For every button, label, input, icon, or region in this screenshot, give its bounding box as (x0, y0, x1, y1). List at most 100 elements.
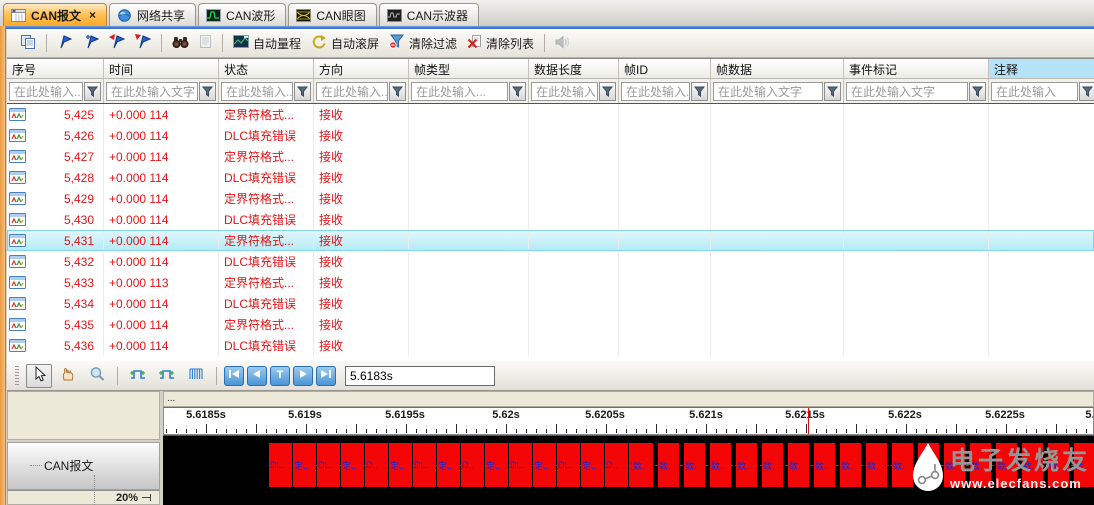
next-edge-button[interactable] (154, 364, 180, 388)
cell (529, 209, 619, 230)
ruler-tick (946, 429, 947, 433)
cell: 接收 (314, 293, 409, 314)
cell: 接收 (314, 335, 409, 356)
sound-button[interactable] (551, 32, 574, 55)
filter-input-帧类型[interactable]: 在此处输入... (411, 81, 508, 101)
tree-item-label: CAN报文 (44, 459, 94, 473)
ruler-tick (336, 429, 337, 433)
column-header-时间[interactable]: 时间 (104, 59, 219, 78)
table-row[interactable]: 5,425 +0.000 114 定界符格式... 接收 (7, 104, 1094, 125)
filter-input-状态[interactable]: 在此处输入... (221, 81, 293, 101)
filter-funnel-button[interactable] (294, 81, 311, 101)
filter-funnel-button[interactable] (691, 81, 708, 101)
zoom-tool-button[interactable] (84, 364, 110, 388)
timebase-input[interactable] (345, 365, 495, 386)
ruler-tick (646, 429, 647, 433)
table-row[interactable]: 5,432 +0.000 114 DLC填充错误 接收 (7, 251, 1094, 272)
filter-input-方向[interactable]: 在此处输入... (316, 81, 388, 101)
message-icon (9, 339, 26, 352)
table-row[interactable]: 5,428 +0.000 114 DLC填充错误 接收 (7, 167, 1094, 188)
prev-marker-button[interactable] (105, 32, 129, 55)
ruler-label: 5.6195s (385, 409, 425, 421)
elecfans-logo (908, 442, 948, 497)
table-row[interactable]: 5,430 +0.000 114 DLC填充错误 接收 (7, 209, 1094, 230)
pulse-icon (158, 366, 176, 385)
column-header-注释[interactable]: 注释 (989, 59, 1094, 78)
filter-input-事件标记[interactable]: 在此处输入文字 (846, 81, 968, 101)
waveform-icon (206, 8, 222, 22)
cell (619, 272, 711, 293)
table-row[interactable]: 5,431 +0.000 114 定界符格式... 接收 (7, 230, 1094, 251)
time-cursor[interactable] (808, 408, 809, 434)
go-prev-button[interactable] (247, 365, 267, 386)
table-row[interactable]: 5,427 +0.000 114 定界符格式... 接收 (7, 146, 1094, 167)
cell (844, 335, 989, 356)
timeline-ruler[interactable]: 5.6185s 5.619s 5.6195s 5.62s 5.6205s 5.621s 5.… (163, 407, 1094, 435)
table-row[interactable]: 5,435 +0.000 114 定界符格式... 接收 (7, 314, 1094, 335)
table-row[interactable]: 5,426 +0.000 114 DLC填充错误 接收 (7, 125, 1094, 146)
clear-list-button[interactable]: 清除列表 (463, 32, 538, 55)
flag-icon (57, 34, 73, 52)
go-last-button[interactable] (316, 365, 336, 386)
tab-label: CAN示波器 (406, 8, 469, 23)
copy-button[interactable] (16, 32, 40, 55)
tree-item-can-message[interactable]: CAN报文 (30, 457, 93, 474)
filter-input-帧数据[interactable]: 在此处输入文字 (713, 81, 823, 101)
filter-input-注释[interactable]: 在此处输入 (991, 81, 1078, 101)
column-header-序号[interactable]: 序号 (7, 59, 104, 78)
tab-CAN示波器[interactable]: CAN示波器 (378, 3, 480, 26)
column-header-事件标记[interactable]: 事件标记 (844, 59, 989, 78)
filter-input-帧ID[interactable]: 在此处输入... (621, 81, 690, 101)
auto-scroll-button[interactable]: 自动滚屏 (307, 32, 383, 55)
ruler-tick (346, 429, 347, 433)
tab-close-icon[interactable]: × (89, 8, 96, 22)
filter-funnel-button[interactable] (1079, 81, 1094, 101)
filter-funnel-button[interactable] (389, 81, 406, 101)
marker-button[interactable] (53, 32, 77, 55)
table-row[interactable]: 5,434 +0.000 114 DLC填充错误 接收 (7, 293, 1094, 314)
waveform-canvas[interactable]: 电子发烧友 www.elecfans.com DL. 定.. DL. 定.. D.. 定.… (163, 435, 1094, 505)
tab-CAN眼图[interactable]: CAN眼图 (288, 3, 377, 26)
toolbar-grip[interactable] (15, 365, 19, 386)
filter-funnel-button[interactable] (599, 81, 616, 101)
table-row[interactable]: 5,433 +0.000 113 定界符格式... 接收 (7, 272, 1094, 293)
search-button[interactable] (168, 32, 193, 55)
ruler-tick (966, 429, 967, 433)
next-marker-button[interactable] (131, 32, 155, 55)
auto-range-button[interactable]: 自动量程 (229, 32, 305, 55)
clear-filter-button[interactable]: 清除过滤 (385, 32, 461, 55)
filter-input-时间[interactable]: 在此处输入文字 (106, 81, 198, 101)
filter-funnel-button[interactable] (199, 81, 216, 101)
log-button[interactable] (195, 32, 216, 55)
table-row[interactable]: 5,436 +0.000 114 DLC填充错误 接收 (7, 335, 1094, 356)
column-header-帧数据[interactable]: 帧数据 (711, 59, 844, 78)
filter-input-数据长度[interactable]: 在此处输入... (531, 81, 598, 101)
burst-view-button[interactable] (183, 364, 209, 388)
filter-funnel-button[interactable] (824, 81, 841, 101)
tab-CAN报文[interactable]: CAN报文 × (3, 3, 108, 26)
go-trigger-button[interactable]: T (270, 365, 290, 386)
column-header-方向[interactable]: 方向 (314, 59, 409, 78)
column-header-帧ID[interactable]: 帧ID (619, 59, 711, 78)
cell (989, 251, 1094, 272)
cell (619, 146, 711, 167)
tab-label: CAN报文 (31, 8, 81, 23)
filter-input-序号[interactable]: 在此处输入... (9, 81, 83, 101)
go-first-button[interactable] (224, 365, 244, 386)
add-marker-button[interactable] (79, 32, 103, 55)
column-header-帧类型[interactable]: 帧类型 (409, 59, 529, 78)
go-next-button[interactable] (293, 365, 313, 386)
filter-funnel-button[interactable] (84, 81, 101, 101)
table-row[interactable]: 5,429 +0.000 114 定界符格式... 接收 (7, 188, 1094, 209)
filter-funnel-button[interactable] (509, 81, 526, 101)
column-header-数据长度[interactable]: 数据长度 (529, 59, 619, 78)
pan-tool-button[interactable] (55, 364, 81, 388)
column-header-状态[interactable]: 状态 (219, 59, 314, 78)
tab-CAN波形[interactable]: CAN波形 (198, 3, 287, 26)
tab-网络共享[interactable]: 网络共享 (109, 3, 197, 26)
select-tool-button[interactable] (26, 363, 52, 388)
prev-edge-button[interactable] (125, 364, 151, 388)
auto-range-icon (233, 35, 249, 51)
filter-funnel-button[interactable] (969, 81, 986, 101)
ruler-tick (466, 429, 467, 433)
